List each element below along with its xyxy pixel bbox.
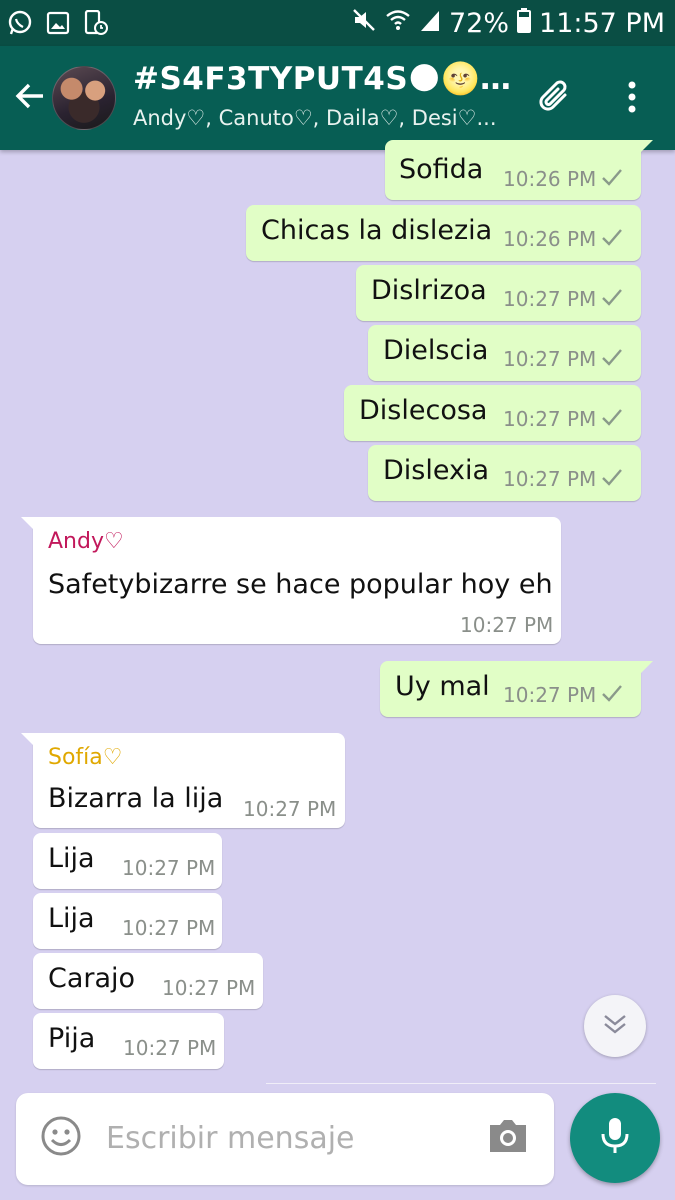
voice-message-button[interactable] [570, 1093, 660, 1183]
chat-title[interactable]: #S4F3TYPUT4S🌑🌝… [133, 60, 523, 97]
notification-icons [6, 9, 110, 37]
message-text: Dislecosa [359, 395, 488, 426]
message-text: Lija [48, 843, 95, 874]
gallery-notification-icon [44, 9, 72, 37]
battery-percent: 72% [449, 7, 510, 39]
arrow-left-icon [13, 79, 47, 117]
message-outgoing[interactable]: Chicas la dislezia 10:26 PM [246, 205, 641, 261]
message-text: Chicas la dislezia [261, 215, 493, 246]
message-text: Pija [48, 1023, 96, 1054]
message-outgoing[interactable]: Dielscia 10:27 PM [368, 325, 641, 381]
camera-icon [486, 1117, 530, 1159]
sender-name[interactable]: Andy♡ [48, 529, 124, 554]
status-bar: 72% 11:57 PM [0, 0, 675, 46]
sent-check-icon [602, 469, 622, 486]
message-time: 10:27 PM [460, 613, 554, 637]
message-outgoing[interactable]: Sofida 10:26 PM [385, 140, 653, 200]
message-time: 10:27 PM [243, 797, 337, 821]
paperclip-icon [535, 77, 575, 121]
message-incoming[interactable]: Lija 10:27 PM [33, 893, 222, 949]
message-text: Dislrizoa [371, 275, 487, 306]
message-outgoing[interactable]: Dislexia 10:27 PM [368, 445, 641, 501]
message-time: 10:27 PM [503, 467, 597, 491]
smiley-icon [40, 1115, 82, 1161]
mute-icon [351, 7, 377, 40]
message-time: 10:27 PM [122, 916, 216, 940]
message-text: Lija [48, 903, 95, 934]
more-options-button[interactable] [612, 74, 652, 124]
camera-button[interactable] [484, 1115, 532, 1161]
sent-check-icon [602, 289, 622, 306]
sent-check-icon [602, 229, 622, 246]
attach-button[interactable] [530, 74, 580, 124]
message-time: 10:27 PM [122, 856, 216, 880]
sent-check-icon [602, 169, 622, 186]
message-outgoing[interactable]: Uy mal 10:27 PM [380, 661, 653, 717]
message-text: Sofida [399, 154, 484, 185]
message-input-bar: Escribir mensaje [16, 1093, 554, 1185]
message-time: 10:27 PM [503, 683, 597, 707]
clock: 11:57 PM [539, 7, 665, 39]
emoji-button[interactable] [38, 1115, 84, 1161]
message-time: 10:27 PM [503, 407, 597, 431]
message-outgoing[interactable]: Dislecosa 10:27 PM [344, 385, 641, 441]
message-input[interactable]: Escribir mensaje [106, 1121, 355, 1156]
group-avatar[interactable] [52, 66, 116, 130]
message-text: Dielscia [383, 335, 489, 366]
double-chevron-down-icon [602, 1012, 628, 1040]
message-time: 10:27 PM [503, 347, 597, 371]
whatsapp-notification-icon [6, 9, 34, 37]
chat-participants[interactable]: Andy♡, Canuto♡, Daila♡, Desi♡... [133, 106, 523, 130]
message-incoming[interactable]: Sofía♡ Bizarra la lija 10:27 PM [21, 733, 345, 828]
phone-clock-notification-icon [82, 9, 110, 37]
message-time: 10:26 PM [503, 227, 597, 251]
message-incoming[interactable]: Andy♡ Safetybizarre se hace popular hoy … [21, 517, 561, 644]
chat-header: #S4F3TYPUT4S🌑🌝… Andy♡, Canuto♡, Daila♡, … [0, 46, 675, 150]
message-text: Uy mal [395, 671, 490, 702]
battery-icon [517, 7, 532, 40]
message-text: Dislexia [383, 455, 490, 486]
microphone-icon [600, 1116, 630, 1160]
message-incoming[interactable]: Pija 10:27 PM [33, 1013, 224, 1069]
system-status: 72% 11:57 PM [351, 6, 665, 40]
sent-check-icon [602, 349, 622, 366]
message-text: Bizarra la lija [48, 783, 224, 814]
message-incoming[interactable]: Carajo 10:27 PM [33, 953, 263, 1009]
wifi-icon [385, 7, 411, 40]
message-outgoing[interactable]: Dislrizoa 10:27 PM [356, 265, 641, 321]
message-text: Carajo [48, 963, 136, 994]
sent-check-icon [602, 685, 622, 702]
signal-icon [419, 7, 441, 40]
scroll-to-bottom-button[interactable] [584, 995, 646, 1057]
sender-name[interactable]: Sofía♡ [48, 745, 123, 770]
message-time: 10:27 PM [123, 1036, 217, 1060]
message-time: 10:27 PM [162, 976, 256, 1000]
message-text: Safetybizarre se hace popular hoy eh [48, 569, 553, 600]
divider [266, 1083, 656, 1084]
message-time: 10:26 PM [503, 167, 597, 191]
back-button[interactable] [8, 76, 52, 120]
sent-check-icon [602, 409, 622, 426]
message-incoming[interactable]: Lija 10:27 PM [33, 833, 222, 889]
message-time: 10:27 PM [503, 287, 597, 311]
more-vert-icon [627, 81, 637, 117]
